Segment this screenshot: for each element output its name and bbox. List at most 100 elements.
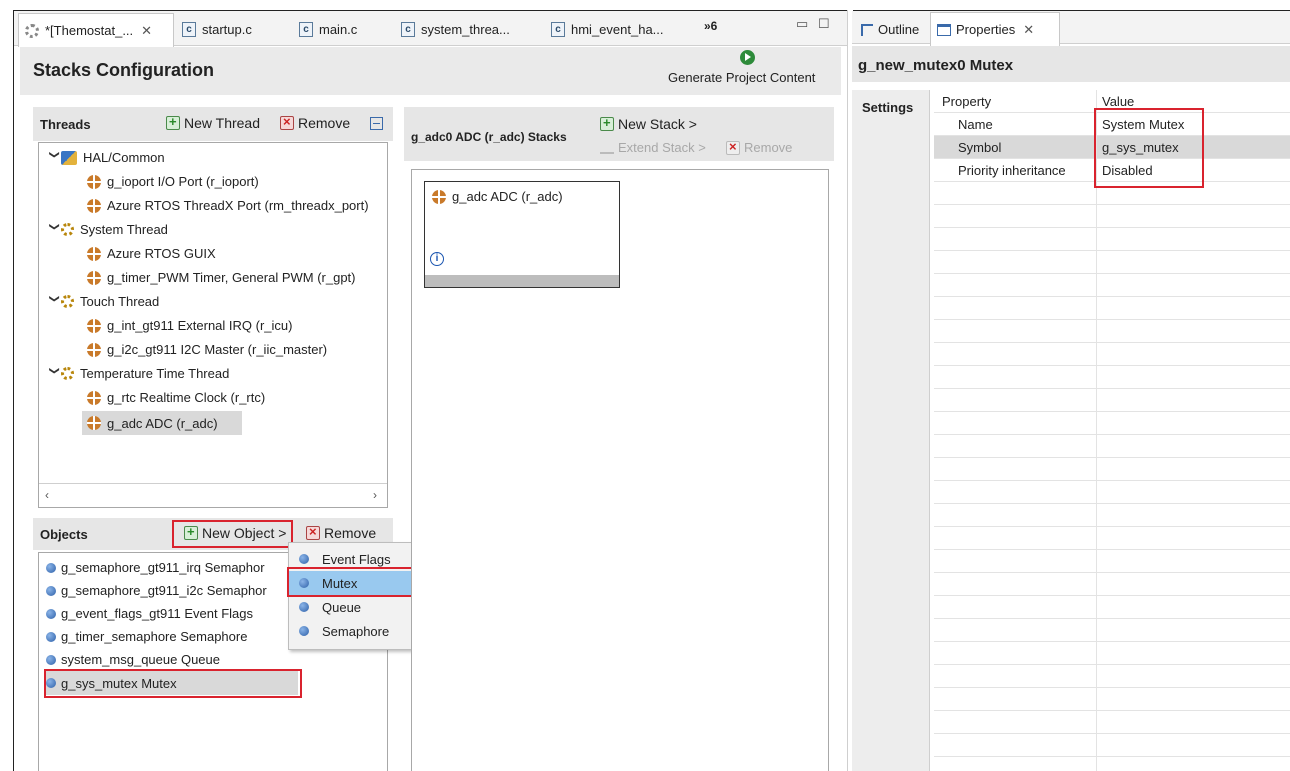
tab-hmi-event[interactable]: c hmi_event_ha... bbox=[545, 13, 693, 46]
chevron-down-icon[interactable]: ❯ bbox=[49, 223, 60, 237]
threads-title: Threads bbox=[40, 117, 91, 132]
table-row-empty bbox=[934, 642, 1290, 665]
tree-item-label: Temperature Time Thread bbox=[80, 366, 230, 381]
list-item[interactable]: g_semaphore_gt911_i2c Semaphor bbox=[46, 583, 267, 598]
table-row-empty bbox=[934, 504, 1290, 527]
module-icon bbox=[87, 198, 101, 213]
tab-label: system_threa... bbox=[421, 22, 510, 37]
module-icon bbox=[87, 390, 101, 405]
object-icon bbox=[46, 631, 56, 642]
tab-outline[interactable]: Outline bbox=[855, 13, 929, 46]
tree-item-system-thread[interactable]: ❯ System Thread bbox=[47, 222, 168, 237]
tree-item-threadx-port[interactable]: Azure RTOS ThreadX Port (rm_threadx_port… bbox=[87, 198, 369, 213]
generate-project-content-button[interactable]: Generate Project Content bbox=[668, 70, 815, 85]
table-row-empty bbox=[934, 320, 1290, 343]
column-header-property: Property bbox=[942, 94, 992, 109]
thread-gear-icon bbox=[61, 367, 74, 380]
tree-item-hal-common[interactable]: ❯ HAL/Common bbox=[47, 150, 165, 165]
list-item[interactable]: g_semaphore_gt911_irq Semaphor bbox=[46, 560, 265, 575]
tab-overflow-button[interactable]: »6 bbox=[704, 19, 717, 33]
scroll-right-icon[interactable]: › bbox=[373, 488, 377, 502]
module-icon bbox=[87, 246, 101, 261]
new-thread-label: New Thread bbox=[184, 115, 261, 131]
object-icon bbox=[46, 608, 56, 619]
c-file-icon: c bbox=[182, 22, 196, 37]
settings-tab[interactable]: Settings bbox=[862, 100, 913, 115]
tree-item-rtc[interactable]: g_rtc Realtime Clock (r_rtc) bbox=[87, 390, 265, 405]
maximize-icon[interactable]: ☐ bbox=[818, 16, 830, 32]
table-row-empty bbox=[934, 228, 1290, 251]
remove-icon bbox=[280, 114, 294, 130]
remove-stack-button[interactable]: Remove bbox=[726, 139, 792, 155]
tree-item-timer-pwm[interactable]: g_timer_PWM Timer, General PWM (r_gpt) bbox=[87, 270, 356, 285]
minimize-icon[interactable]: ▭ bbox=[796, 16, 808, 32]
column-divider bbox=[1096, 90, 1097, 771]
list-item-label: g_event_flags_gt911 Event Flags bbox=[61, 606, 254, 621]
horizontal-scrollbar[interactable]: ‹ › bbox=[39, 483, 387, 507]
tab-thermostat-config[interactable]: *[Themostat_... ✕ bbox=[18, 13, 174, 47]
table-row-empty bbox=[934, 297, 1290, 320]
list-item[interactable]: system_msg_queue Queue bbox=[46, 652, 220, 667]
add-icon bbox=[166, 114, 180, 130]
tree-item-guix[interactable]: Azure RTOS GUIX bbox=[87, 246, 216, 261]
menu-item-label: Semaphore bbox=[322, 623, 390, 639]
thread-gear-icon bbox=[61, 223, 74, 236]
close-icon[interactable]: ✕ bbox=[141, 23, 152, 39]
extend-stack-icon bbox=[600, 142, 614, 154]
list-item[interactable]: g_event_flags_gt911 Event Flags bbox=[46, 606, 253, 621]
list-item[interactable]: g_timer_semaphore Semaphore bbox=[46, 629, 247, 644]
close-icon[interactable]: ✕ bbox=[1023, 22, 1034, 38]
collapse-all-icon[interactable] bbox=[370, 117, 383, 130]
column-header-value: Value bbox=[1102, 94, 1135, 109]
tree-item-int-gt911[interactable]: g_int_gt911 External IRQ (r_icu) bbox=[87, 318, 292, 333]
values-highlight bbox=[1094, 108, 1204, 188]
tab-startup-c[interactable]: c startup.c bbox=[176, 13, 291, 46]
list-item-label: system_msg_queue Queue bbox=[61, 652, 220, 667]
tree-item-label: g_i2c_gt911 I2C Master (r_iic_master) bbox=[107, 342, 328, 357]
remove-object-button[interactable]: Remove bbox=[306, 524, 376, 541]
c-file-icon: c bbox=[299, 22, 313, 37]
tree-item-label: g_adc ADC (r_adc) bbox=[107, 415, 218, 431]
tree-item-label: Azure RTOS GUIX bbox=[107, 246, 216, 261]
table-row-empty bbox=[934, 412, 1290, 435]
remove-thread-button[interactable]: Remove bbox=[280, 114, 350, 131]
new-stack-label: New Stack > bbox=[618, 116, 697, 132]
extend-stack-button[interactable]: Extend Stack > bbox=[600, 140, 706, 155]
module-icon bbox=[87, 174, 101, 189]
outline-icon bbox=[861, 23, 873, 36]
tab-system-thread[interactable]: c system_threa... bbox=[395, 13, 543, 46]
tab-main-c[interactable]: c main.c bbox=[293, 13, 393, 46]
table-row-empty bbox=[934, 573, 1290, 596]
info-icon[interactable]: i bbox=[430, 252, 444, 266]
table-row-empty bbox=[934, 596, 1290, 619]
table-row-empty bbox=[934, 481, 1290, 504]
tree-item-touch-thread[interactable]: ❯ Touch Thread bbox=[47, 294, 160, 309]
module-icon bbox=[87, 416, 101, 430]
object-icon bbox=[46, 562, 56, 573]
properties-table: Property Value Name System Mutex Symbol … bbox=[934, 90, 1290, 771]
table-row-empty bbox=[934, 205, 1290, 228]
window-border-left bbox=[13, 10, 14, 771]
chevron-down-icon[interactable]: ❯ bbox=[49, 151, 60, 165]
scroll-left-icon[interactable]: ‹ bbox=[45, 488, 49, 502]
chevron-down-icon[interactable]: ❯ bbox=[49, 367, 60, 381]
tree-item-temperature-thread[interactable]: ❯ Temperature Time Thread bbox=[47, 366, 230, 381]
list-item-label: g_semaphore_gt911_irq Semaphor bbox=[61, 560, 265, 575]
object-icon bbox=[299, 626, 309, 636]
objects-title: Objects bbox=[40, 527, 88, 542]
properties-icon bbox=[937, 23, 951, 36]
config-gear-icon bbox=[25, 23, 39, 38]
tree-item-adc[interactable]: g_adc ADC (r_adc) bbox=[82, 411, 242, 435]
tab-properties[interactable]: Properties ✕ bbox=[930, 12, 1060, 46]
tree-item-i2c-gt911[interactable]: g_i2c_gt911 I2C Master (r_iic_master) bbox=[87, 342, 327, 357]
tree-item-ioport[interactable]: g_ioport I/O Port (r_ioport) bbox=[87, 174, 259, 189]
property-key: Symbol bbox=[958, 140, 1002, 155]
table-row-empty bbox=[934, 274, 1290, 297]
generate-run-icon[interactable] bbox=[740, 50, 755, 65]
tab-label: main.c bbox=[319, 22, 358, 37]
c-file-icon: c bbox=[401, 22, 415, 37]
new-stack-button[interactable]: New Stack > bbox=[600, 115, 697, 132]
chevron-down-icon[interactable]: ❯ bbox=[49, 295, 60, 309]
page-title: Stacks Configuration bbox=[33, 60, 215, 80]
new-thread-button[interactable]: New Thread bbox=[166, 114, 261, 131]
